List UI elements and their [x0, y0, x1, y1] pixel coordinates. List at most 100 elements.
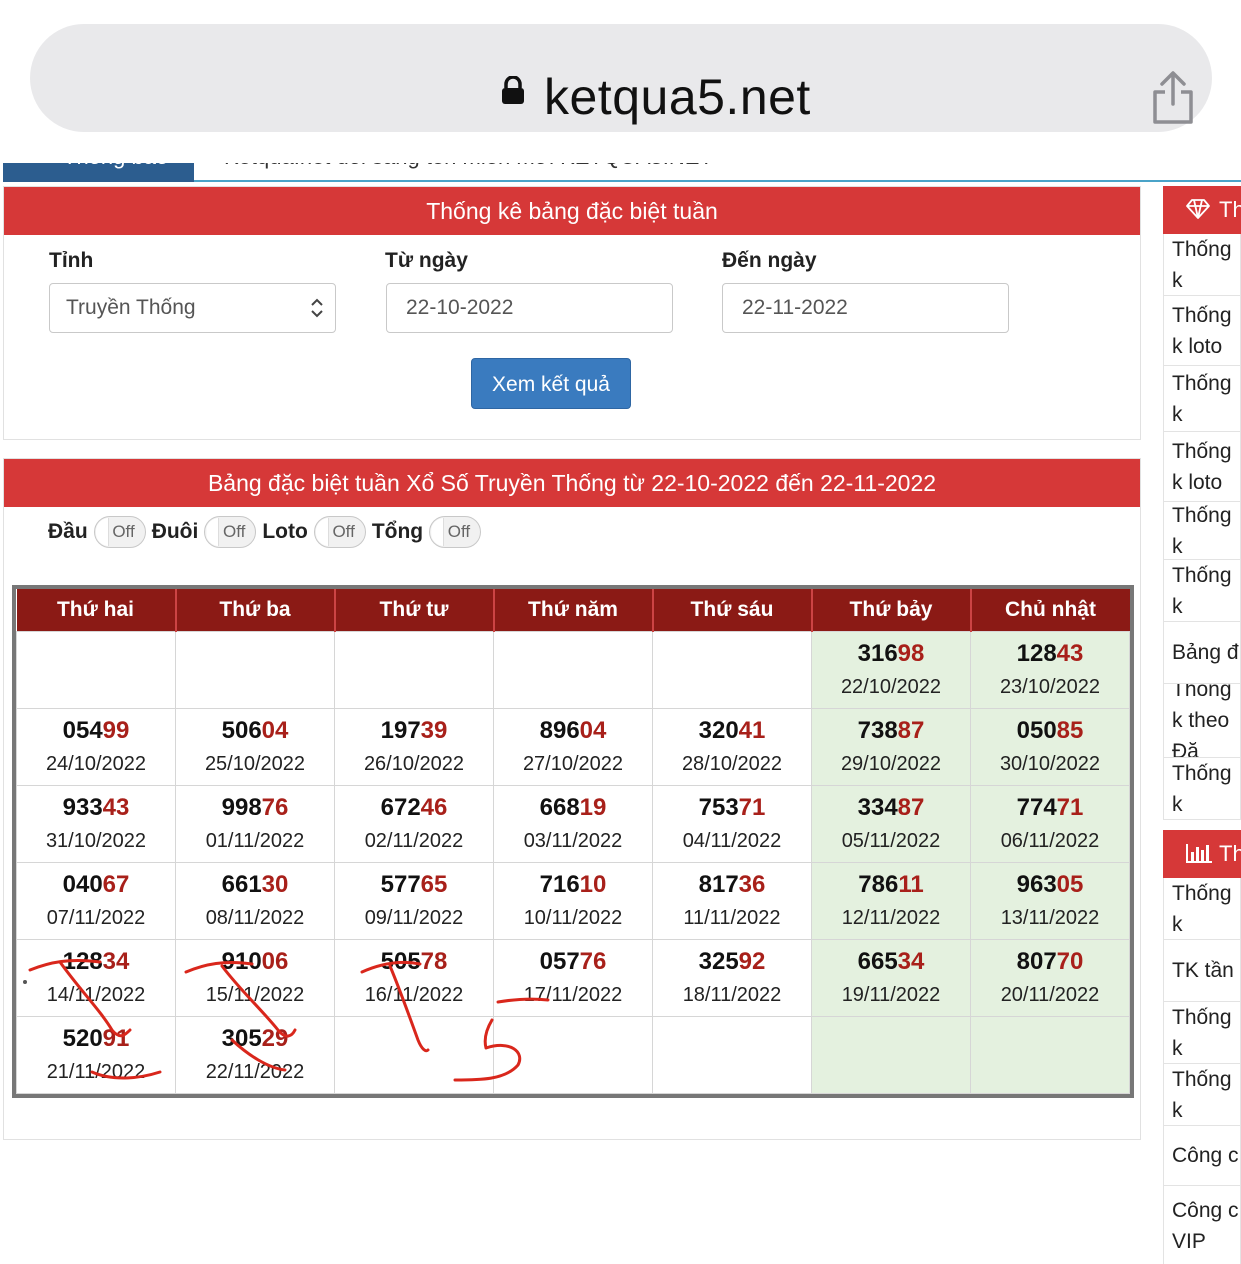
- number-tail: 85: [1056, 717, 1084, 744]
- day-header: Chủ nhật: [970, 589, 1130, 631]
- number-tail: 87: [897, 717, 925, 744]
- sidebar-link[interactable]: Thống k loto: [1163, 432, 1241, 502]
- number-tail: 06: [261, 948, 289, 975]
- draw-date: 10/11/2022: [523, 907, 623, 929]
- draw-date: 17/11/2022: [523, 984, 623, 1006]
- draw-date: 13/11/2022: [1000, 907, 1100, 929]
- result-cell: 66534 19/11/2022: [811, 938, 971, 1017]
- toggle-switch[interactable]: Off: [313, 516, 366, 548]
- to-date-label: Đến ngày: [722, 249, 817, 272]
- draw-date: 06/11/2022: [1000, 830, 1100, 852]
- number-head: 963: [1016, 871, 1057, 898]
- table-row: 12834 14/11/2022 91006 15/11/2022 50578 16/11…: [16, 938, 1130, 1017]
- number-tail: 10: [579, 871, 607, 898]
- sidebar-link[interactable]: Công c: [1163, 1126, 1241, 1186]
- number-tail: 43: [1056, 640, 1084, 667]
- result-cell: 77471 06/11/2022: [970, 784, 1130, 863]
- result-cell: 71610 10/11/2022: [493, 861, 653, 940]
- result-cell: 99876 01/11/2022: [175, 784, 335, 863]
- from-date-input[interactable]: 22-10-2022: [386, 283, 673, 333]
- number-tail: 36: [738, 871, 766, 898]
- special-number: 12834: [17, 948, 175, 976]
- result-cell: [493, 1015, 653, 1094]
- result-cell: 33487 05/11/2022: [811, 784, 971, 863]
- toggle-switch[interactable]: Off: [429, 516, 482, 548]
- number-head: 054: [62, 717, 103, 744]
- number-tail: 99: [102, 717, 130, 744]
- sidebar-link[interactable]: Thống k: [1163, 878, 1241, 940]
- special-number: 93343: [17, 794, 175, 822]
- sidebar-link[interactable]: Thống k loto: [1163, 296, 1241, 366]
- sidebar-section-2: Thống k TK tần Thống k Thống k Công c Công c …: [1163, 878, 1241, 1264]
- number-tail: 98: [897, 640, 925, 667]
- bar-chart-icon: [1186, 844, 1212, 863]
- province-select[interactable]: Truyền Thống: [49, 283, 336, 333]
- toggle-switch[interactable]: Off: [204, 516, 257, 548]
- draw-date: 20/11/2022: [1000, 984, 1100, 1006]
- result-cell: 19739 26/10/2022: [334, 707, 494, 786]
- result-cell: 78611 12/11/2022: [811, 861, 971, 940]
- result-cell: [334, 1015, 494, 1094]
- draw-date: 16/11/2022: [364, 984, 464, 1006]
- result-cell: [334, 630, 494, 709]
- number-head: 753: [698, 794, 739, 821]
- table-row: 52091 21/11/2022 30529 22/11/2022: [16, 1015, 1130, 1094]
- sidebar-link[interactable]: Bảng đ: [1163, 622, 1241, 684]
- draw-date: 27/10/2022: [522, 753, 624, 775]
- sidebar-link[interactable]: Thống k theo Đặ: [1163, 684, 1241, 758]
- sidebar-link[interactable]: Thống k: [1163, 366, 1241, 432]
- number-head: 128: [1016, 640, 1057, 667]
- result-cell: 50604 25/10/2022: [175, 707, 335, 786]
- result-cell: [16, 630, 176, 709]
- results-panel: Bảng đặc biệt tuần Xổ Số Truyền Thống từ…: [3, 458, 1141, 1140]
- share-icon[interactable]: [1150, 70, 1196, 126]
- sidebar-link[interactable]: Thống k: [1163, 560, 1241, 622]
- special-number: 52091: [17, 1025, 175, 1053]
- sidebar-link[interactable]: TK tần: [1163, 940, 1241, 1002]
- special-number: 67246: [335, 794, 493, 822]
- sidebar-link[interactable]: Thống k: [1163, 758, 1241, 820]
- number-head: 577: [380, 871, 421, 898]
- draw-date: 02/11/2022: [364, 830, 464, 852]
- sidebar-link[interactable]: Thống k: [1163, 1064, 1241, 1126]
- draw-date: 23/10/2022: [999, 676, 1101, 698]
- sidebar-link[interactable]: Thống k: [1163, 234, 1241, 296]
- draw-date: 29/10/2022: [840, 753, 942, 775]
- diamond-icon: [1186, 199, 1210, 219]
- draw-date: 24/10/2022: [45, 753, 147, 775]
- special-number: 05776: [494, 948, 652, 976]
- sidebar-link[interactable]: Thống k: [1163, 502, 1241, 560]
- draw-date: 22/10/2022: [840, 676, 942, 698]
- result-cell: 52091 21/11/2022: [16, 1015, 176, 1094]
- sidebar-link[interactable]: Công c VIP: [1163, 1186, 1241, 1264]
- special-number: 66819: [494, 794, 652, 822]
- special-number: 73887: [812, 717, 970, 745]
- result-cell: 66130 08/11/2022: [175, 861, 335, 940]
- special-number: 57765: [335, 871, 493, 899]
- number-head: 668: [539, 794, 580, 821]
- number-tail: 11: [898, 871, 924, 898]
- result-cell: 04067 07/11/2022: [16, 861, 176, 940]
- table-header-row: Thứ hai Thứ ba Thứ tư Thứ năm Thứ sáu Thứ bảy…: [16, 589, 1130, 631]
- browser-address-bar[interactable]: ketqua5.net: [30, 24, 1212, 132]
- draw-date: 01/11/2022: [205, 830, 305, 852]
- number-head: 933: [62, 794, 103, 821]
- view-results-button[interactable]: Xem kết quả: [471, 358, 631, 409]
- result-cell: 30529 22/11/2022: [175, 1015, 335, 1094]
- draw-date: 26/10/2022: [363, 753, 465, 775]
- result-cell: [970, 1015, 1130, 1094]
- day-header: Thứ bảy: [811, 589, 972, 631]
- toggle-switch[interactable]: Off: [93, 516, 146, 548]
- number-tail: 67: [102, 871, 130, 898]
- toggle-label: Tổng: [371, 520, 424, 543]
- special-number: 05085: [971, 717, 1129, 745]
- result-cell: 93343 31/10/2022: [16, 784, 176, 863]
- number-head: 817: [698, 871, 739, 898]
- result-cell: [652, 630, 812, 709]
- to-date-input[interactable]: 22-11-2022: [722, 283, 1009, 333]
- sidebar-link[interactable]: Thống k: [1163, 1002, 1241, 1064]
- draw-date: 07/11/2022: [46, 907, 146, 929]
- special-number: 32041: [653, 717, 811, 745]
- number-tail: 92: [738, 948, 766, 975]
- number-head: 050: [1016, 717, 1057, 744]
